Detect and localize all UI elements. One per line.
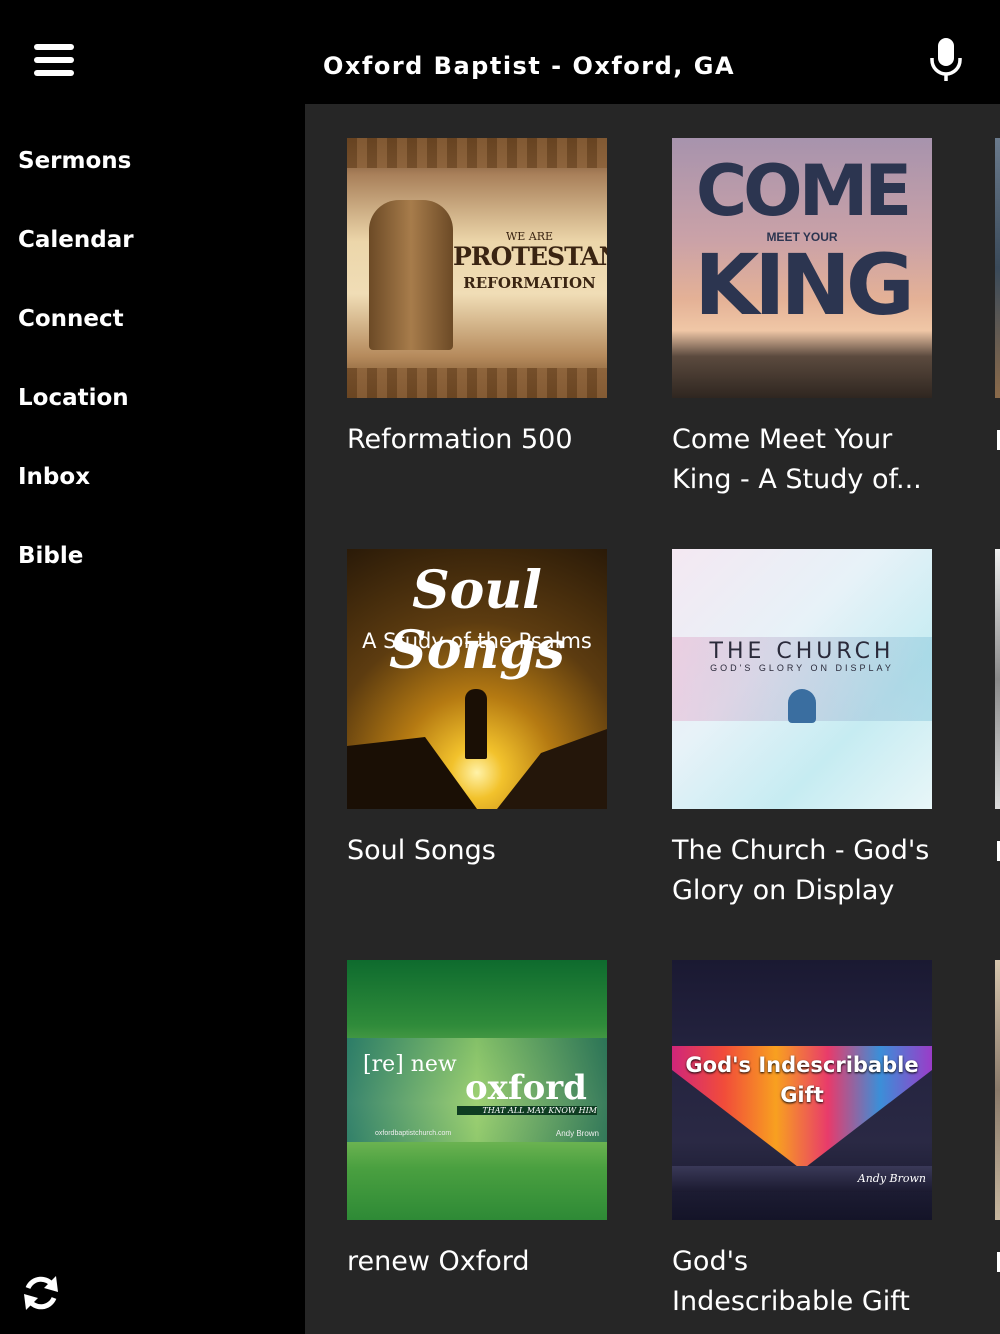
artwork-text: THAT ALL MAY KNOW HIM bbox=[457, 1106, 597, 1115]
artwork-text: oxfordbaptistchurch.com bbox=[375, 1130, 452, 1137]
series-card-the-church[interactable]: THE CHURCH GOD'S GLORY ON DISPLAY The Ch… bbox=[672, 549, 932, 911]
artwork-text: COME bbox=[695, 150, 912, 232]
artwork-text: GOD'S GLORY ON DISPLAY bbox=[710, 663, 894, 673]
series-title: Reformation 500 bbox=[347, 424, 573, 455]
series-grid: WE ARE PROTESTANT REFORMATION Reformatio… bbox=[305, 104, 1000, 1334]
sidebar: Sermons Calendar Connect Location Inbox … bbox=[0, 104, 305, 1334]
series-title: renew Oxford bbox=[347, 1246, 530, 1277]
series-card-partial[interactable] bbox=[995, 960, 1000, 1220]
series-card-partial[interactable] bbox=[995, 138, 1000, 398]
hamburger-menu-icon[interactable] bbox=[30, 40, 78, 82]
series-card-partial[interactable] bbox=[995, 549, 1000, 809]
artwork-text: KING bbox=[694, 236, 915, 334]
artwork-text: A Study of the Psalms bbox=[362, 629, 592, 653]
series-artwork: God's Indescribable Gift Andy Brown bbox=[672, 960, 932, 1220]
artwork-text: REFORMATION bbox=[463, 274, 596, 292]
app-root: Oxford Baptist - Oxford, GA Sermons Cale… bbox=[0, 0, 1000, 1334]
series-artwork: WE ARE PROTESTANT REFORMATION bbox=[347, 138, 607, 398]
artwork-text: Soul Songs bbox=[389, 560, 565, 681]
page-title: Oxford Baptist - Oxford, GA bbox=[323, 52, 736, 80]
series-card-renew-oxford[interactable]: [re] new oxford THAT ALL MAY KNOW HIM ox… bbox=[347, 960, 607, 1282]
series-artwork: [re] new oxford THAT ALL MAY KNOW HIM ox… bbox=[347, 960, 607, 1220]
artwork-text: [re] new bbox=[363, 1052, 457, 1077]
series-card-gods-indescribable-gift[interactable]: God's Indescribable Gift Andy Brown God'… bbox=[672, 960, 932, 1322]
artwork-text: oxford bbox=[465, 1068, 587, 1108]
series-card-reformation-500[interactable]: WE ARE PROTESTANT REFORMATION Reformatio… bbox=[347, 138, 607, 460]
series-title: God's Indescribable Gift bbox=[672, 1246, 910, 1317]
sidebar-item-connect[interactable]: Connect bbox=[18, 306, 124, 346]
series-artwork: Soul Songs A Study of the Psalms bbox=[347, 549, 607, 809]
microphone-icon[interactable] bbox=[926, 36, 966, 84]
top-bar: Oxford Baptist - Oxford, GA bbox=[0, 0, 1000, 104]
sidebar-item-inbox[interactable]: Inbox bbox=[18, 464, 90, 504]
series-artwork: THE CHURCH GOD'S GLORY ON DISPLAY bbox=[672, 549, 932, 809]
series-card-come-meet-your-king[interactable]: COME MEET YOUR KING Come Meet Your King … bbox=[672, 138, 932, 500]
sidebar-item-location[interactable]: Location bbox=[18, 385, 129, 425]
sidebar-item-bible[interactable]: Bible bbox=[18, 543, 83, 583]
artwork-text: Andy Brown bbox=[857, 1172, 926, 1185]
refresh-icon[interactable] bbox=[20, 1272, 62, 1314]
artwork-text: Andy Brown bbox=[555, 1129, 599, 1138]
series-title: Soul Songs bbox=[347, 835, 496, 866]
series-artwork: COME MEET YOUR KING bbox=[672, 138, 932, 398]
series-card-soul-songs[interactable]: Soul Songs A Study of the Psalms Soul So… bbox=[347, 549, 607, 871]
sidebar-item-sermons[interactable]: Sermons bbox=[18, 148, 131, 188]
artwork-text: God's Indescribable Gift bbox=[685, 1053, 919, 1107]
series-title: Come Meet Your King - A Study of... bbox=[672, 424, 922, 495]
artwork-text: PROTESTANT bbox=[453, 242, 607, 271]
sidebar-item-calendar[interactable]: Calendar bbox=[18, 227, 134, 267]
series-title: The Church - God's Glory on Display bbox=[672, 835, 930, 906]
artwork-text: THE CHURCH bbox=[709, 639, 895, 664]
